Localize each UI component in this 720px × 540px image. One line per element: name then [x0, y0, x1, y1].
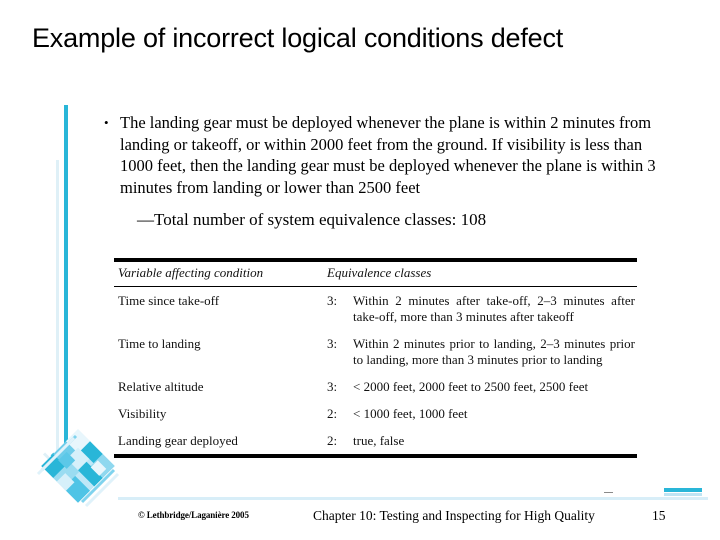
cell-equivalence-classes: < 1000 feet, 1000 feet: [353, 406, 468, 421]
bullet-list: • The landing gear must be deployed when…: [104, 112, 668, 198]
table-row: Time since take-off 3: Within 2 minutes af…: [114, 287, 637, 330]
cell-equivalence-classes: true, false: [353, 433, 405, 448]
table-body-wrap: Time since take-off 3: Within 2 minutes af…: [114, 287, 637, 454]
table-row: Time to landing 3: Within 2 minutes prior …: [114, 330, 637, 373]
table-row: Visibility 2: < 1000 feet, 1000 feet: [114, 400, 637, 427]
footer-page-number: 15: [652, 508, 666, 523]
cell-class-count: 3:: [327, 379, 338, 394]
cell-class-count: 2:: [327, 406, 338, 421]
cell-equivalence-classes: < 2000 feet, 2000 feet to 2500 feet, 250…: [353, 379, 589, 394]
cell-equivalence-classes: Within 2 minutes prior to landing, 2–3 m…: [353, 336, 635, 367]
footer-accent-chip-light: [664, 493, 702, 496]
decorative-vertical-rule-accent: [64, 105, 68, 460]
equivalence-class-table: Variable affecting condition Equivalence…: [114, 258, 637, 458]
cell-variable: Time to landing: [118, 336, 201, 351]
footer-tick-mark: [604, 492, 613, 493]
cell-variable: Visibility: [118, 406, 167, 421]
cell-variable: Relative altitude: [118, 379, 204, 394]
bullet-text: The landing gear must be deployed whenev…: [120, 113, 656, 197]
table: Variable affecting condition Equivalence…: [114, 262, 637, 285]
sub-bullet-list: —Total number of system equivalence clas…: [137, 209, 657, 231]
cell-variable: Time since take-off: [118, 293, 220, 308]
slide-footer: © Lethbridge/Laganière 2005 Chapter 10: …: [0, 508, 720, 534]
decorative-diamond-graphic: [36, 424, 120, 508]
bullet-marker-icon: •: [104, 115, 109, 130]
cell-class-count: 2:: [327, 433, 338, 448]
table-row: Relative altitude 3: < 2000 feet, 2000 fee…: [114, 373, 637, 400]
table-row: Landing gear deployed 2: true, false: [114, 427, 637, 454]
footer-divider-line: [118, 497, 708, 500]
footer-accent-chip: [664, 488, 702, 492]
page-title: Example of incorrect logical conditions …: [32, 23, 564, 53]
cell-class-count: 3:: [327, 293, 338, 308]
cell-variable: Landing gear deployed: [118, 433, 238, 448]
decorative-vertical-rule-light: [56, 160, 59, 460]
list-item: • The landing gear must be deployed when…: [104, 112, 668, 198]
footer-chapter-title: Chapter 10: Testing and Inspecting for H…: [313, 508, 595, 523]
sub-bullet-text: —Total number of system equivalence clas…: [137, 210, 487, 229]
cell-class-count: 3:: [327, 336, 338, 351]
table-bottom-rule: [114, 454, 637, 458]
footer-copyright: © Lethbridge/Laganière 2005: [138, 510, 249, 520]
cell-equivalence-classes: Within 2 minutes after take-off, 2–3 min…: [353, 293, 635, 324]
column-header-classes: Equivalence classes: [327, 265, 432, 280]
column-header-variable: Variable affecting condition: [118, 265, 264, 280]
table-body: Time since take-off 3: Within 2 minutes af…: [114, 287, 637, 454]
table-head: Variable affecting condition Equivalence…: [114, 262, 637, 285]
table-header-row: Variable affecting condition Equivalence…: [114, 262, 637, 285]
